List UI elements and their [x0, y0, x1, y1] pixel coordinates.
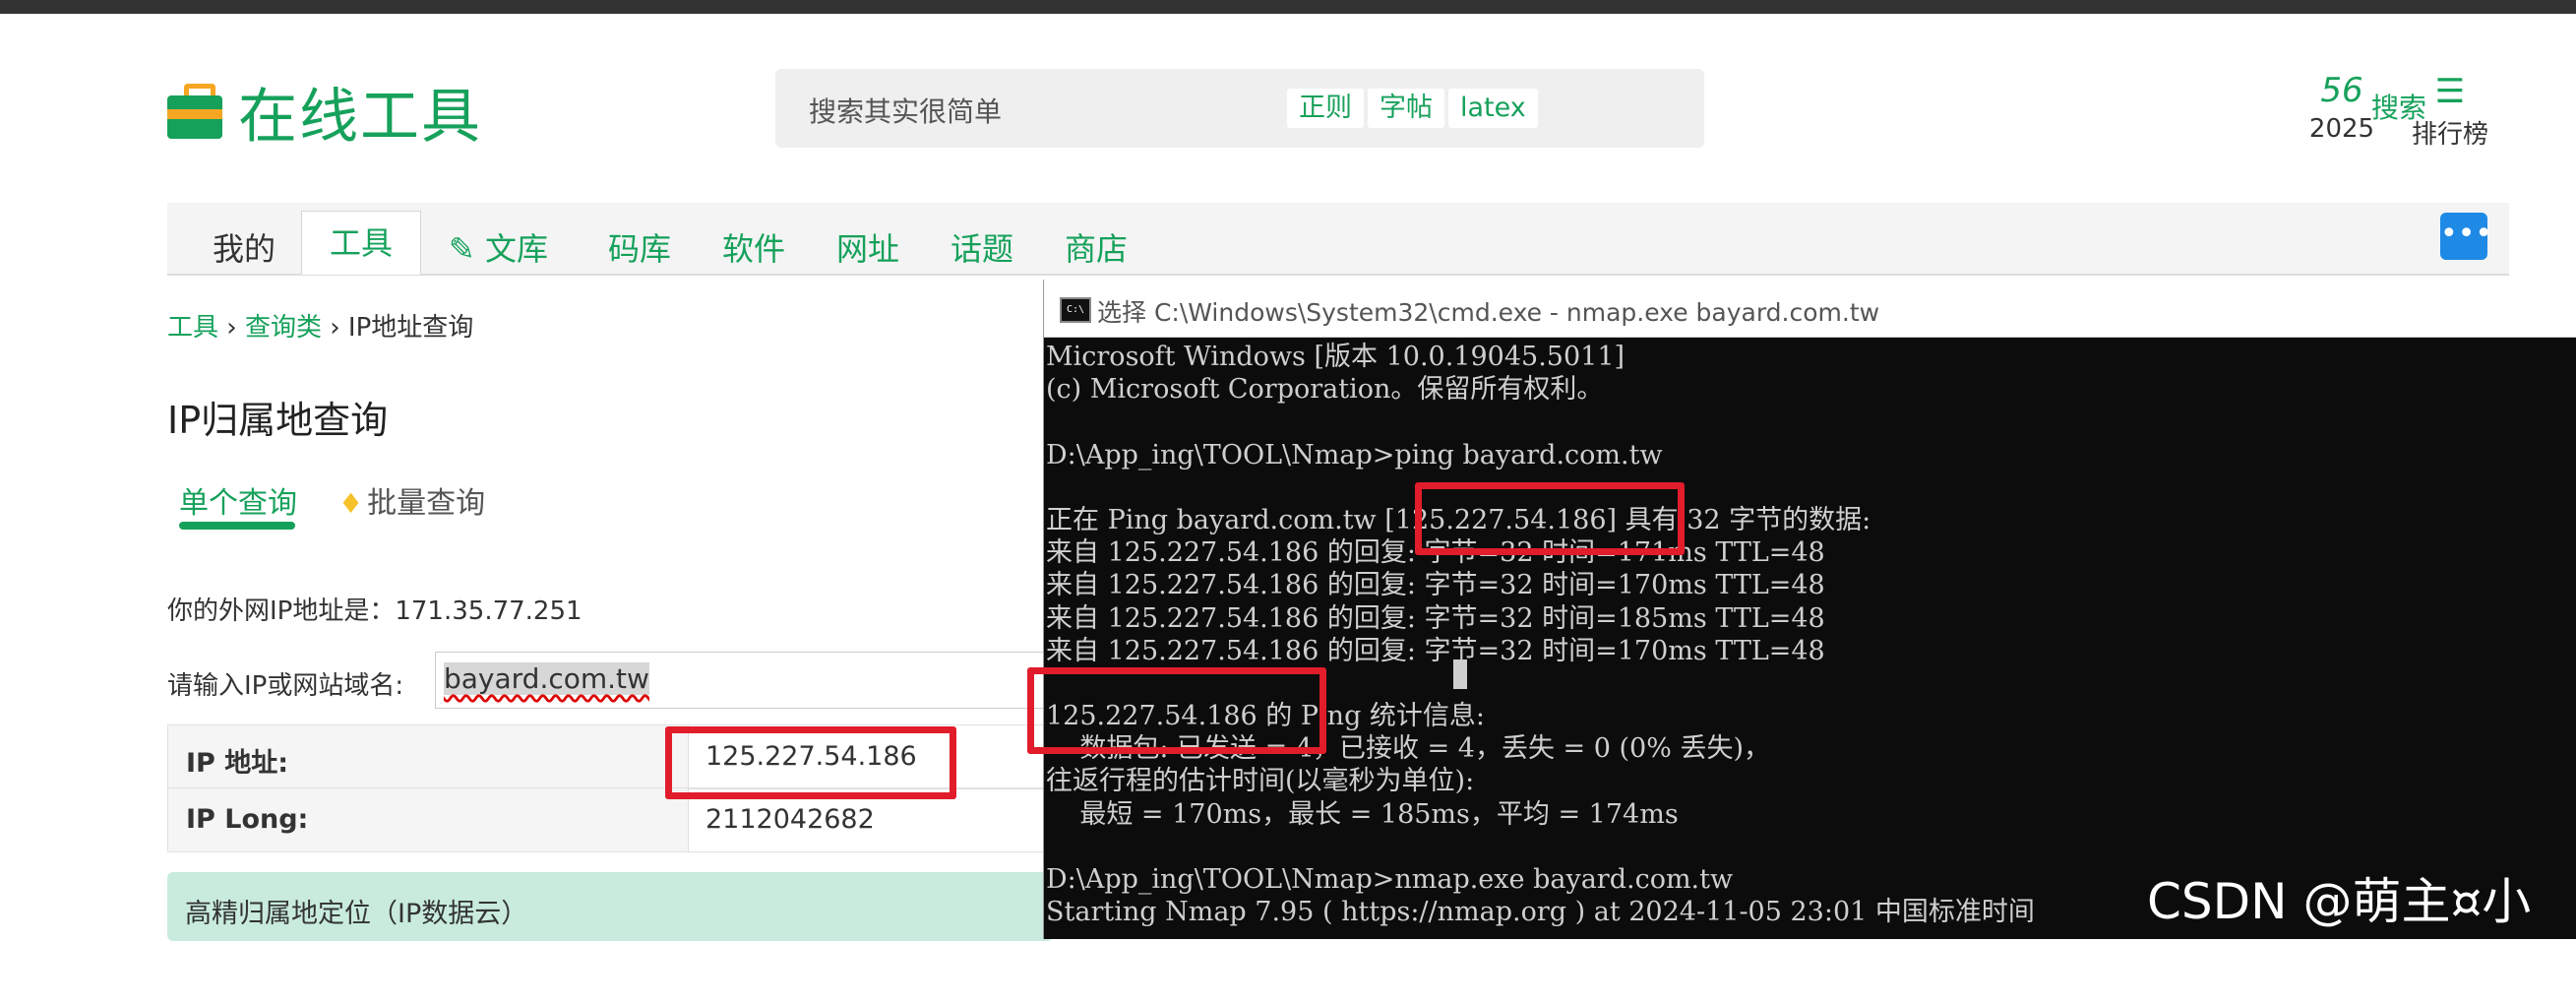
count-value: 56 — [2320, 71, 2363, 110]
highlight-box — [1027, 667, 1326, 754]
cmd-title-bar[interactable]: C:\ 选择 C:\Windows\System32\cmd.exe - nma… — [1044, 280, 2576, 338]
ip-long-value: 2112042682 — [705, 804, 875, 835]
precise-location-label: 高精归属地定位（IP数据云） — [185, 899, 528, 929]
nav-library-label: 文库 — [484, 230, 548, 268]
console-line: D:\App_ing\TOOL\Nmap>ping bayard.com.tw — [1046, 439, 1663, 471]
ranking-label: 排行榜 — [2411, 120, 2488, 150]
search-bar: 搜索其实很简单 正则 字帖 latex 搜索 — [775, 69, 2426, 148]
top-bar — [0, 0, 2576, 14]
console-line: 最短 = 170ms，最长 = 185ms，平均 = 174ms — [1046, 798, 1679, 830]
precise-location-banner[interactable]: 高精归属地定位（IP数据云） — [167, 872, 1053, 941]
text-cursor — [1453, 659, 1467, 689]
diamond-icon: ♦ — [338, 487, 364, 520]
active-tab-indicator — [179, 522, 295, 530]
domain-input-value: bayard.com.tw — [444, 662, 649, 695]
nav-library[interactable]: ✎ 文库 — [449, 224, 548, 270]
tab-batch-query[interactable]: ♦ 批量查询 — [338, 478, 485, 522]
nav-topics[interactable]: 话题 — [951, 224, 1013, 270]
nav-software[interactable]: 软件 — [722, 224, 785, 270]
chip-regex[interactable]: 正则 — [1287, 89, 1364, 128]
breadcrumb: 工具 › 查询类 › IP地址查询 — [167, 307, 473, 344]
quill-icon: ✎ — [449, 230, 475, 268]
ip-long-key: IP Long: — [186, 804, 309, 835]
breadcrumb-tools[interactable]: 工具 — [167, 313, 218, 343]
highlight-box — [665, 726, 956, 799]
site-logo[interactable]: 在线工具 — [167, 75, 482, 152]
breadcrumb-query[interactable]: 查询类 — [245, 313, 322, 343]
console-line: (c) Microsoft Corporation。保留所有权利。 — [1046, 374, 1604, 406]
chat-icon[interactable]: ••• — [2440, 213, 2492, 260]
console-line: 来自 125.227.54.186 的回复: 字节=32 时间=185ms TT… — [1046, 602, 1825, 634]
breadcrumb-separator: › — [330, 313, 340, 343]
nav-tools[interactable]: 工具 — [301, 211, 422, 275]
tab-single-query[interactable]: 单个查询 — [179, 478, 297, 522]
main-nav: 我的 工具 ✎ 文库 码库 软件 网址 话题 商店 — [167, 203, 2509, 276]
chip-copybook[interactable]: 字帖 — [1368, 89, 1444, 128]
nav-store[interactable]: 商店 — [1065, 224, 1128, 270]
highlight-box — [1415, 482, 1685, 555]
console-line: 往返行程的估计时间(以毫秒为单位): — [1046, 766, 1475, 797]
breadcrumb-current: IP地址查询 — [347, 313, 474, 343]
console-line: 正在 Ping bayard.com.tw [125.227.54.186] 具… — [1046, 504, 1871, 535]
year-counter[interactable]: 56 2025 — [2293, 71, 2391, 144]
nav-urls[interactable]: 网址 — [836, 224, 899, 270]
console-line: 来自 125.227.54.186 的回复: 字节=32 时间=170ms TT… — [1046, 635, 1825, 666]
page-title: IP归属地查询 — [167, 399, 389, 442]
console-line: Microsoft Windows [版本 10.0.19045.5011] — [1046, 342, 1625, 372]
cmd-icon: C:\ — [1060, 297, 1091, 323]
domain-input[interactable]: bayard.com.tw — [435, 652, 1047, 709]
console-output: Microsoft Windows [版本 10.0.19045.5011] (… — [1046, 341, 2571, 928]
nav-mine[interactable]: 我的 — [213, 224, 276, 270]
cmd-title: 选择 C:\Windows\System32\cmd.exe - nmap.ex… — [1097, 298, 1880, 327]
console-line: 来自 125.227.54.186 的回复: 字节=32 时间=171ms TT… — [1046, 537, 1825, 569]
list-icon: ☰ — [2434, 72, 2466, 111]
logo-text: 在线工具 — [238, 82, 482, 152]
my-ip-text: 你的外网IP地址是：171.35.77.251 — [167, 596, 583, 626]
input-label: 请输入IP或网站域名: — [167, 671, 404, 701]
ranking-link[interactable]: ☰ 排行榜 — [2401, 71, 2499, 151]
cmd-window[interactable]: C:\ 选择 C:\Windows\System32\cmd.exe - nma… — [1043, 280, 2576, 939]
breadcrumb-separator: › — [226, 313, 237, 343]
year-value: 2025 — [2308, 114, 2375, 144]
console-line: 来自 125.227.54.186 的回复: 字节=32 时间=170ms TT… — [1046, 570, 1825, 601]
nav-code[interactable]: 码库 — [608, 224, 671, 270]
tab-batch-label: 批量查询 — [367, 486, 486, 521]
chip-latex[interactable]: latex — [1448, 89, 1538, 128]
ip-address-key: IP 地址: — [186, 748, 289, 779]
toolbox-icon — [167, 84, 222, 139]
search-input[interactable]: 搜索其实很简单 — [809, 91, 1002, 130]
watermark: CSDN @萌主¤小狸 — [2147, 873, 2532, 1001]
